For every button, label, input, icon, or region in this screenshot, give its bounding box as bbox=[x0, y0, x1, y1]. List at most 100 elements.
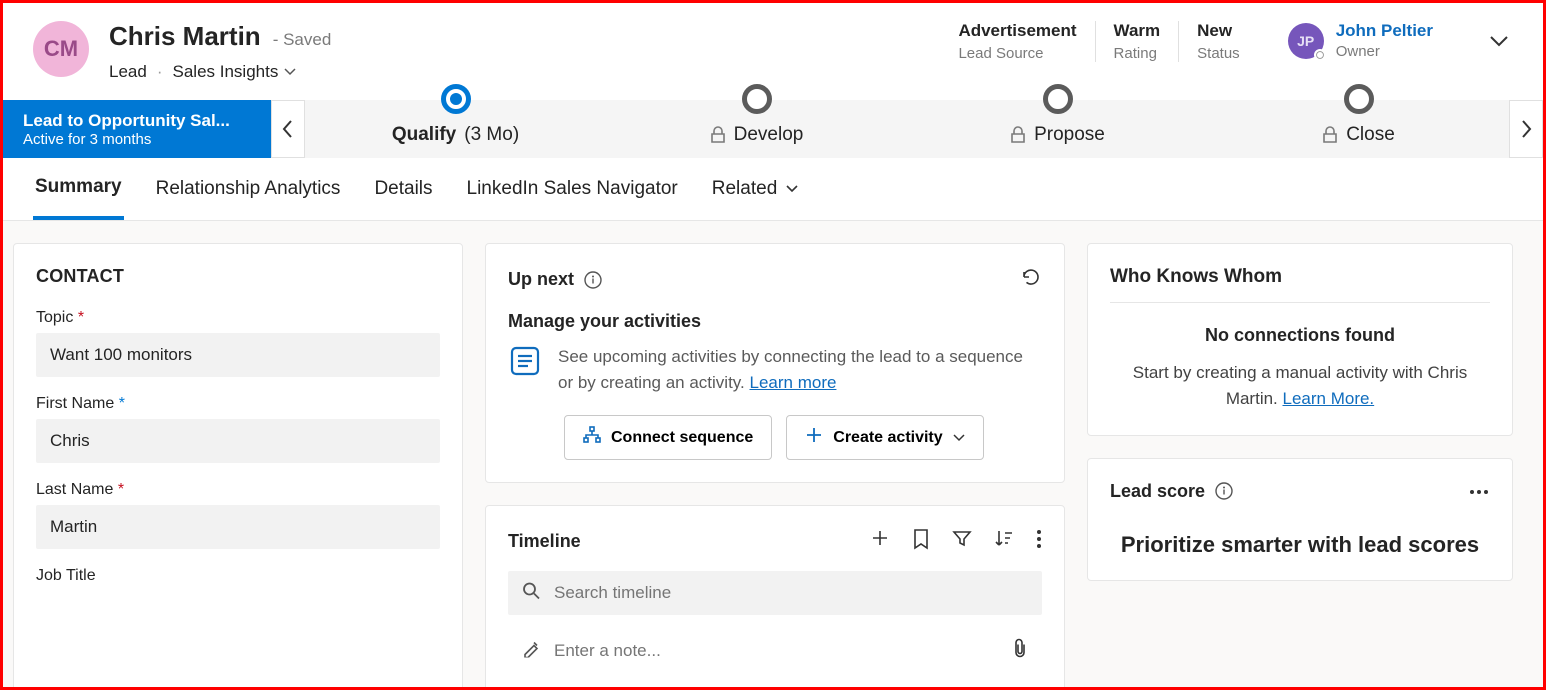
timeline-title: Timeline bbox=[508, 531, 581, 552]
lock-icon bbox=[710, 126, 726, 144]
who-knows-whom-title: Who Knows Whom bbox=[1110, 266, 1490, 303]
process-next-button[interactable] bbox=[1509, 100, 1543, 158]
timeline-more-button[interactable] bbox=[1036, 528, 1042, 555]
info-icon[interactable] bbox=[584, 271, 602, 289]
timeline-search-input[interactable] bbox=[508, 571, 1042, 615]
more-horizontal-icon bbox=[1468, 489, 1490, 495]
no-connections-title: No connections found bbox=[1110, 325, 1490, 346]
rating-label: Rating bbox=[1114, 45, 1161, 62]
create-activity-label: Create activity bbox=[833, 429, 942, 447]
chevron-down-icon bbox=[1488, 30, 1510, 52]
meta-lead-source[interactable]: Advertisement Lead Source bbox=[940, 21, 1094, 62]
bookmark-icon bbox=[912, 528, 930, 550]
lead-score-card: Lead score Prioritize smarter with lead … bbox=[1087, 458, 1513, 581]
separator: · bbox=[157, 62, 163, 82]
stage-dot-icon bbox=[441, 84, 471, 114]
required-icon: * bbox=[118, 481, 124, 498]
manage-activities-title: Manage your activities bbox=[508, 311, 1042, 332]
timeline-bookmark-button[interactable] bbox=[912, 528, 930, 555]
sequence-icon bbox=[583, 426, 601, 449]
create-activity-button[interactable]: Create activity bbox=[786, 415, 983, 460]
stage-dot-icon bbox=[742, 84, 772, 114]
activity-list-icon bbox=[508, 344, 542, 395]
chevron-down-icon bbox=[953, 432, 965, 444]
plus-icon bbox=[870, 528, 890, 548]
owner-field[interactable]: JP John Peltier Owner bbox=[1258, 21, 1513, 60]
timeline-add-button[interactable] bbox=[870, 528, 890, 555]
process-label[interactable]: Lead to Opportunity Sal... Active for 3 … bbox=[3, 100, 271, 158]
timeline-note-input[interactable] bbox=[508, 629, 1042, 673]
tab-linkedin-sales-navigator[interactable]: LinkedIn Sales Navigator bbox=[465, 176, 680, 220]
owner-initials: JP bbox=[1297, 33, 1314, 49]
header-expand-button[interactable] bbox=[1485, 27, 1513, 55]
timeline-card: Timeline bbox=[485, 505, 1065, 687]
process-name: Lead to Opportunity Sal... bbox=[23, 111, 251, 131]
pencil-icon bbox=[522, 640, 540, 663]
recommended-icon: * bbox=[119, 395, 125, 412]
last-name-input[interactable] bbox=[36, 505, 440, 549]
stage-develop[interactable]: Develop bbox=[606, 100, 907, 158]
lead-score-more-button[interactable] bbox=[1468, 482, 1490, 500]
wkw-learn-more-link[interactable]: Learn More. bbox=[1283, 389, 1375, 408]
record-avatar: CM bbox=[33, 21, 89, 77]
lead-score-hero: Prioritize smarter with lead scores bbox=[1110, 532, 1490, 558]
stage-label: Propose bbox=[1034, 124, 1105, 146]
topic-input[interactable] bbox=[36, 333, 440, 377]
meta-status[interactable]: New Status bbox=[1178, 21, 1258, 62]
lead-source-value: Advertisement bbox=[958, 21, 1076, 41]
lock-icon bbox=[1010, 126, 1026, 144]
refresh-button[interactable] bbox=[1020, 266, 1042, 293]
presence-icon bbox=[1314, 49, 1326, 61]
form-name: Sales Insights bbox=[173, 62, 279, 82]
stage-close[interactable]: Close bbox=[1208, 100, 1509, 158]
process-prev-button[interactable] bbox=[271, 100, 305, 158]
saved-label: - Saved bbox=[273, 30, 332, 50]
stage-qualify[interactable]: Qualify (3 Mo) bbox=[305, 100, 606, 158]
tab-related-label: Related bbox=[712, 178, 778, 200]
owner-avatar: JP bbox=[1288, 23, 1324, 59]
lead-source-label: Lead Source bbox=[958, 45, 1076, 62]
stage-duration: (3 Mo) bbox=[464, 124, 519, 146]
chevron-down-icon bbox=[785, 182, 799, 196]
chevron-right-icon bbox=[1519, 119, 1533, 139]
required-icon: * bbox=[78, 309, 84, 326]
topic-label: Topic bbox=[36, 309, 73, 326]
status-label: Status bbox=[1197, 45, 1240, 62]
info-icon[interactable] bbox=[1215, 482, 1233, 500]
connect-sequence-button[interactable]: Connect sequence bbox=[564, 415, 772, 460]
contact-section-title: CONTACT bbox=[36, 266, 440, 287]
entity-label: Lead bbox=[109, 62, 147, 82]
owner-label: Owner bbox=[1336, 43, 1433, 60]
chevron-left-icon bbox=[281, 119, 295, 139]
tab-related[interactable]: Related bbox=[710, 176, 802, 220]
first-name-input[interactable] bbox=[36, 419, 440, 463]
learn-more-link[interactable]: Learn more bbox=[750, 373, 837, 392]
tab-summary[interactable]: Summary bbox=[33, 176, 124, 220]
business-process-flow: Lead to Opportunity Sal... Active for 3 … bbox=[3, 100, 1543, 158]
last-name-label: Last Name bbox=[36, 481, 113, 498]
lock-icon bbox=[1322, 126, 1338, 144]
tab-relationship-analytics[interactable]: Relationship Analytics bbox=[154, 176, 343, 220]
form-switcher[interactable]: Sales Insights bbox=[173, 62, 297, 82]
stage-propose[interactable]: Propose bbox=[907, 100, 1208, 158]
attach-button[interactable] bbox=[1012, 639, 1028, 664]
paperclip-icon bbox=[1012, 639, 1028, 659]
contact-section: CONTACT Topic * First Name * Last Name *… bbox=[13, 243, 463, 687]
filter-icon bbox=[952, 528, 972, 548]
record-name: Chris Martin bbox=[109, 21, 261, 52]
manage-activities-text: See upcoming activities by connecting th… bbox=[558, 344, 1042, 395]
stage-dot-icon bbox=[1344, 84, 1374, 114]
meta-rating[interactable]: Warm Rating bbox=[1095, 21, 1179, 62]
more-vertical-icon bbox=[1036, 528, 1042, 550]
up-next-title: Up next bbox=[508, 269, 574, 290]
connect-sequence-label: Connect sequence bbox=[611, 429, 753, 447]
owner-name: John Peltier bbox=[1336, 21, 1433, 41]
tab-details[interactable]: Details bbox=[372, 176, 434, 220]
up-next-card: Up next Manage your activities See upcom… bbox=[485, 243, 1065, 483]
stage-label: Close bbox=[1346, 124, 1395, 146]
stage-label: Qualify bbox=[392, 124, 456, 146]
search-icon bbox=[522, 582, 540, 605]
lead-score-title: Lead score bbox=[1110, 481, 1205, 502]
timeline-sort-button[interactable] bbox=[994, 528, 1014, 555]
timeline-filter-button[interactable] bbox=[952, 528, 972, 555]
